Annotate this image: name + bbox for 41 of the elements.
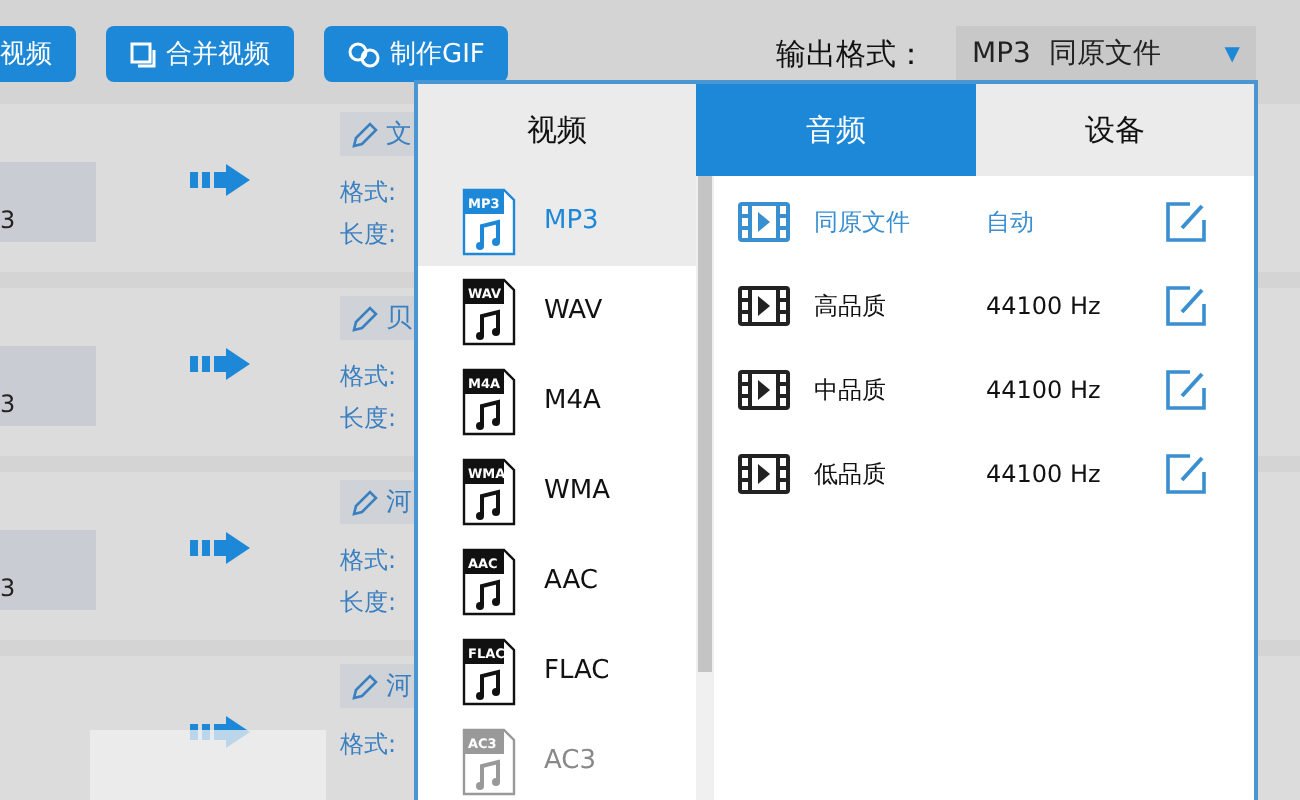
format-tab[interactable]: 视频 — [418, 84, 697, 176]
format-label: 格式: — [340, 544, 397, 578]
output-format-select[interactable]: MP3 同原文件 ▼ — [956, 26, 1256, 82]
scrollbar[interactable] — [696, 176, 714, 800]
convert-arrow-icon — [190, 532, 250, 564]
file-name: 3 — [0, 530, 96, 610]
pencil-icon — [352, 673, 378, 699]
film-icon — [738, 202, 790, 242]
format-tab[interactable]: 音频 — [696, 84, 976, 176]
convert-arrow-icon — [190, 348, 250, 380]
toolbar-button[interactable]: 视频 — [0, 26, 76, 82]
dropdown-caret[interactable]: ▼ — [1224, 43, 1240, 65]
edit-icon[interactable] — [1166, 286, 1206, 326]
format-label: 格式: — [340, 728, 397, 762]
edit-icon[interactable] — [1166, 202, 1206, 242]
film-icon — [738, 286, 790, 326]
pencil-icon — [352, 305, 378, 331]
copy-icon — [130, 41, 156, 67]
film-icon — [738, 370, 790, 410]
edit-icon[interactable] — [1166, 370, 1206, 410]
toolbar-button[interactable]: 合并视频 — [106, 26, 294, 82]
preset-row[interactable]: 中品质 44100 Hz — [714, 348, 1254, 432]
file-name: 3 — [0, 346, 96, 426]
convert-arrow-icon — [190, 164, 250, 196]
format-label: 格式: — [340, 176, 397, 210]
film-icon — [738, 454, 790, 494]
output-format-label: 输出格式： — [776, 36, 926, 74]
file-name: 3 — [0, 162, 96, 242]
link-icon — [348, 41, 380, 67]
pencil-icon — [352, 489, 378, 515]
format-label: 格式: — [340, 360, 397, 394]
length-label: 长度: — [340, 402, 397, 436]
toolbar-button[interactable]: 制作GIF — [324, 26, 509, 82]
format-tab[interactable]: 设备 — [975, 84, 1254, 176]
length-label: 长度: — [340, 218, 397, 252]
length-label: 长度: — [340, 586, 397, 620]
preset-row[interactable]: 低品质 44100 Hz — [714, 432, 1254, 516]
preset-row[interactable]: 高品质 44100 Hz — [714, 264, 1254, 348]
preset-row[interactable]: 同原文件 自动 — [714, 180, 1254, 264]
pencil-icon — [352, 121, 378, 147]
edit-icon[interactable] — [1166, 454, 1206, 494]
